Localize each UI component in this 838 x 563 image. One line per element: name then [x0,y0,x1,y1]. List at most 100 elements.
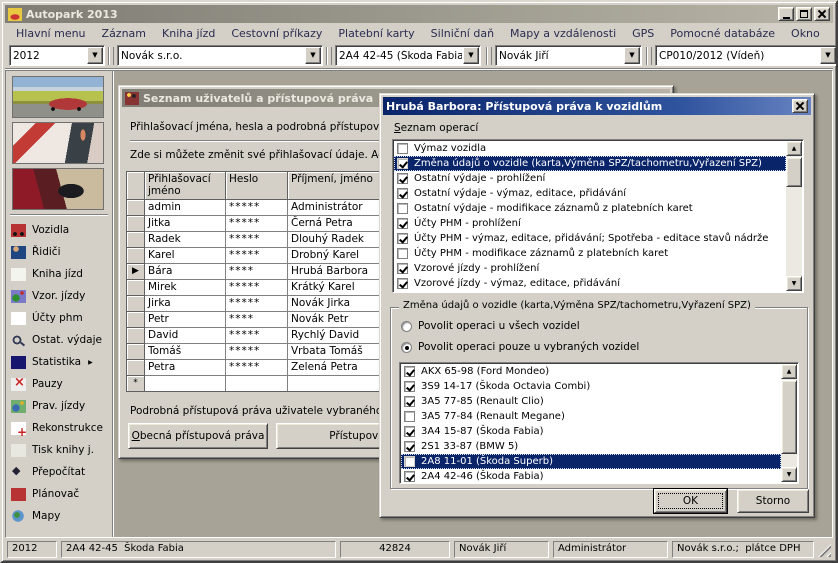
car-photo[interactable] [12,76,104,118]
row-selector[interactable] [127,296,145,312]
table-row[interactable]: Mirek*****Krátký Karel [127,280,385,296]
resize-grip[interactable] [818,544,831,557]
operation-item[interactable]: Účty PHM - prohlížení [394,216,786,231]
checkbox[interactable] [397,203,408,214]
combo-dropdown-button[interactable]: ▼ [305,47,321,64]
table-row[interactable]: David*****Rychlý David [127,328,385,344]
scroll-thumb[interactable] [786,157,802,187]
sidebar-item-statistika[interactable]: Statistika▶ [6,351,112,373]
vehicle-item[interactable]: 3S9 14-17 (Škoda Octavia Combi) [401,379,781,394]
row-selector[interactable] [127,360,145,376]
sidebar-item-pauzy[interactable]: Pauzy [6,373,112,395]
scroll-thumb[interactable] [781,380,797,454]
checkbox[interactable] [404,426,415,437]
row-selector[interactable] [127,344,145,360]
sidebar-item-ostat-vydaje[interactable]: Ostat. výdaje [6,329,112,351]
menu-item-silnicni-dan[interactable]: Silniční daň [424,25,501,42]
checkbox[interactable] [397,233,408,244]
row-selector[interactable] [127,248,145,264]
menu-item-platebni-karty[interactable]: Platební karty [331,25,421,42]
row-selector[interactable]: ▶ [127,264,145,280]
row-selector[interactable] [127,200,145,216]
checkbox[interactable] [397,158,408,169]
row-selector[interactable] [127,232,145,248]
checkbox[interactable] [397,218,408,229]
scroll-down-icon[interactable]: ▼ [781,467,797,482]
combo-2012[interactable]: 2012▼ [9,45,105,66]
menu-item-mapy-a-vzdalenosti[interactable]: Mapy a vzdálenosti [503,25,623,42]
checkbox[interactable] [404,366,415,377]
checkbox[interactable] [404,411,415,422]
radio-all-vehicles[interactable]: Povolit operaci u všech vozidel [401,320,580,332]
combo-dropdown-button[interactable]: ▼ [463,47,479,64]
scroll-down-icon[interactable]: ▼ [786,276,802,291]
table-row[interactable]: * [127,376,385,392]
operation-item[interactable]: Výmaz vozidla [394,141,786,156]
sidebar-item-vzor-jizdy[interactable]: Vzor. jízdy [6,285,112,307]
sidebar-item-mapy[interactable]: Mapy [6,505,112,527]
maximize-button[interactable] [796,7,812,21]
sidebar-item-rekonstrukce[interactable]: Rekonstrukce [6,417,112,439]
close-button[interactable] [814,7,830,21]
table-row[interactable]: admin*****Administrátor [127,200,385,216]
table-row[interactable]: Radek*****Dlouhý Radek [127,232,385,248]
vehicle-item[interactable]: 2A4 42-46 (Škoda Fabia) [401,469,781,482]
sidebar-item-ridici[interactable]: Řidiči [6,241,112,263]
combo-2a4-42-45-skoda-fabia[interactable]: 2A4 42-45 (Škoda Fabia)▼ [335,45,481,66]
checkbox[interactable] [397,173,408,184]
menu-item-okno[interactable]: Okno [784,25,827,42]
operation-item[interactable]: Vzorové jízdy - prohlížení [394,261,786,276]
operation-item[interactable]: Účty PHM - výmaz, editace, přidávání; Sp… [394,231,786,246]
checkbox[interactable] [397,248,408,259]
vehicles-scrollbar[interactable]: ▲ ▼ [781,364,797,482]
operations-scrollbar[interactable]: ▲ ▼ [786,141,802,291]
main-titlebar[interactable]: Autopark 2013 [5,5,833,23]
operation-item[interactable]: Ostatní výdaje - prohlížení [394,171,786,186]
table-row[interactable]: Petra*****Zelená Petra [127,360,385,376]
row-selector[interactable] [127,328,145,344]
vehicle-item[interactable]: 3A5 77-85 (Renault Clio) [401,394,781,409]
combo-cp010-2012-viden[interactable]: CP010/2012 (Vídeň)▼ [655,45,838,66]
checkbox[interactable] [397,188,408,199]
checkbox[interactable] [397,278,408,289]
sidebar-item-tisk-knihy-j[interactable]: Tisk knihy j. [6,439,112,461]
row-selector[interactable] [127,216,145,232]
sidebar-item-ucty-phm[interactable]: Účty phm [6,307,112,329]
fuel-photo[interactable] [12,168,104,210]
operation-item[interactable]: Ostatní výdaje - výmaz, editace, přidává… [394,186,786,201]
ok-button[interactable]: OK [654,489,727,513]
menu-item-cestovni-prikazy[interactable]: Cestovní příkazy [224,25,329,42]
menu-item-napoveda[interactable]: Nápověda [829,25,838,42]
storno-button[interactable]: Storno [737,489,809,513]
vehicle-item[interactable]: 3A5 77-84 (Renault Megane) [401,409,781,424]
checkbox[interactable] [404,396,415,407]
radio-selected-vehicles[interactable]: Povolit operaci pouze u vybraných vozide… [401,341,639,353]
dialog-titlebar[interactable]: Hrubá Barbora: Přístupová práva k vozidl… [383,97,811,115]
operation-item[interactable]: Změna údajů o vozidle (karta,Výměna SPZ/… [394,156,786,171]
checkbox[interactable] [404,456,415,467]
table-row[interactable]: Jitka*****Černá Petra [127,216,385,232]
vehicle-item[interactable]: 2S1 33-87 (BMW 5) [401,439,781,454]
combo-dropdown-button[interactable]: ▼ [624,47,640,64]
scroll-up-icon[interactable]: ▲ [781,364,797,379]
combo-dropdown-button[interactable]: ▼ [87,47,103,64]
checkbox[interactable] [397,143,408,154]
menu-item-hlavni-menu[interactable]: Hlavní menu [9,25,93,42]
checkbox[interactable] [404,441,415,452]
table-row[interactable]: Karel*****Drobný Karel [127,248,385,264]
dialog-close-button[interactable] [792,99,808,113]
operation-item[interactable]: Ostatní výdaje - modifikace záznamů z pl… [394,201,786,216]
table-row[interactable]: Jirka*****Novák Jirka [127,296,385,312]
menu-item-kniha-jizd[interactable]: Kniha jízd [155,25,222,42]
vehicle-item[interactable]: AKX 65-98 (Ford Mondeo) [401,364,781,379]
checkbox[interactable] [397,263,408,274]
table-row[interactable]: ▶Bára****Hrubá Barbora [127,264,385,280]
menu-item-gps[interactable]: GPS [625,25,661,42]
operation-item[interactable]: Účty PHM - modifikace záznamů z platební… [394,246,786,261]
checkbox[interactable] [404,471,415,482]
minimize-button[interactable] [778,7,794,21]
sidebar-item-prav-jizdy[interactable]: Prav. jízdy [6,395,112,417]
sidebar-item-kniha-jizd[interactable]: Kniha jízd [6,263,112,285]
scroll-up-icon[interactable]: ▲ [786,141,802,156]
combo-novak-jiri[interactable]: Novák Jiří▼ [495,45,642,66]
